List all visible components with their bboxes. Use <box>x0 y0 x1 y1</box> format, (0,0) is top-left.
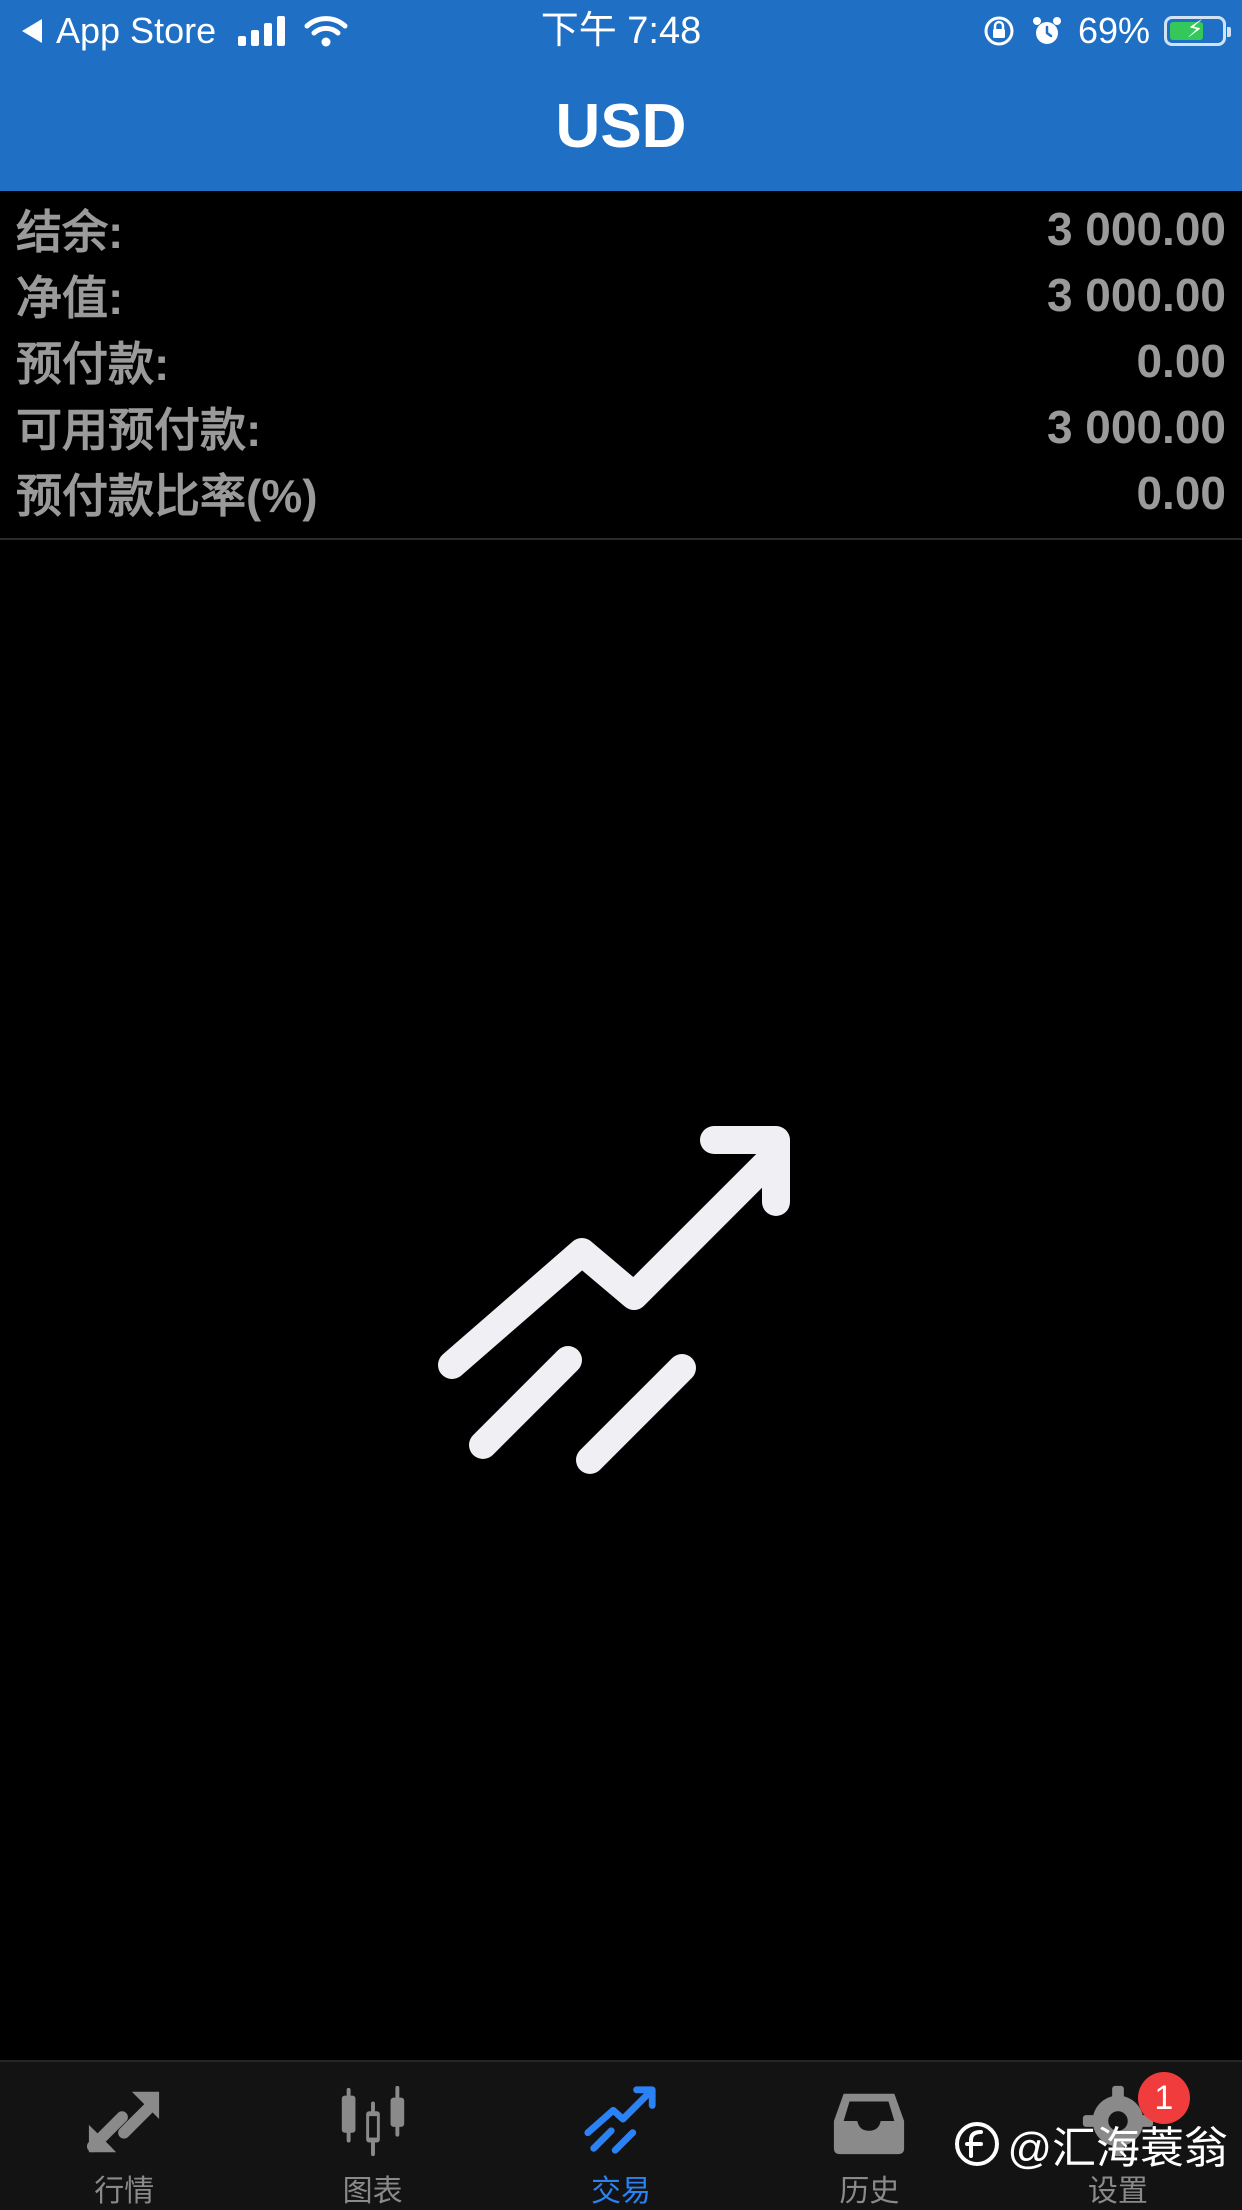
trade-trend-icon <box>584 2086 656 2154</box>
status-bar: App Store 下午 7:48 69% ⚡ <box>0 0 1242 62</box>
equity-value: 3 000.00 <box>1046 269 1226 321</box>
tab-charts-label: 图表 <box>342 2175 403 2208</box>
balance-value: 3 000.00 <box>1046 203 1226 255</box>
summary-row-margin: 预付款: 0.00 <box>0 328 1242 394</box>
margin-label: 预付款: <box>16 338 170 390</box>
summary-row-balance: 结余: 3 000.00 <box>0 196 1242 262</box>
orientation-lock-icon <box>984 16 1014 46</box>
summary-row-free-margin: 可用预付款: 3 000.00 <box>0 394 1242 460</box>
charging-bolt-icon: ⚡ <box>1186 16 1204 43</box>
top-header-area: App Store 下午 7:48 69% ⚡ USD <box>0 0 1242 191</box>
inbox-tray-icon <box>834 2093 905 2155</box>
watermark-logo-icon <box>955 2122 1000 2166</box>
tab-trade-label: 交易 <box>591 2175 652 2208</box>
tab-quotes[interactable]: 行情 <box>0 2062 248 2210</box>
tab-history-label: 历史 <box>839 2175 900 2208</box>
free-margin-value: 3 000.00 <box>1046 401 1226 453</box>
summary-row-margin-level: 预付款比率(%) 0.00 <box>0 460 1242 526</box>
summary-row-equity: 净值: 3 000.00 <box>0 262 1242 328</box>
free-margin-label: 可用预付款: <box>16 404 262 456</box>
margin-level-value: 0.00 <box>1136 467 1226 519</box>
equity-label: 净值: <box>16 272 124 324</box>
tab-charts[interactable]: 图表 <box>248 2062 496 2210</box>
margin-value: 0.00 <box>1136 335 1226 387</box>
watermark: @汇海蓑翁 <box>953 2112 1228 2176</box>
watermark-text: @汇海蓑翁 <box>1007 2124 1228 2173</box>
battery-cap <box>1227 27 1231 37</box>
account-summary[interactable]: 结余: 3 000.00 净值: 3 000.00 预付款: 0.00 可用预付… <box>0 196 1242 540</box>
battery-icon: ⚡ <box>1164 16 1231 46</box>
tab-trade[interactable]: 交易 <box>497 2062 745 2210</box>
alarm-clock-icon <box>1032 17 1061 44</box>
quotes-arrows-icon <box>87 2091 160 2153</box>
tab-quotes-label: 行情 <box>94 2175 155 2208</box>
trade-trend-logo-icon <box>438 1126 790 1474</box>
candlestick-icon <box>341 2085 404 2157</box>
page-title: USD <box>555 92 687 161</box>
status-indicators: 69% ⚡ <box>982 8 1231 54</box>
balance-label: 结余: <box>16 206 124 258</box>
battery-percent: 69% <box>1077 10 1150 51</box>
margin-level-label: 预付款比率(%) <box>16 470 318 522</box>
